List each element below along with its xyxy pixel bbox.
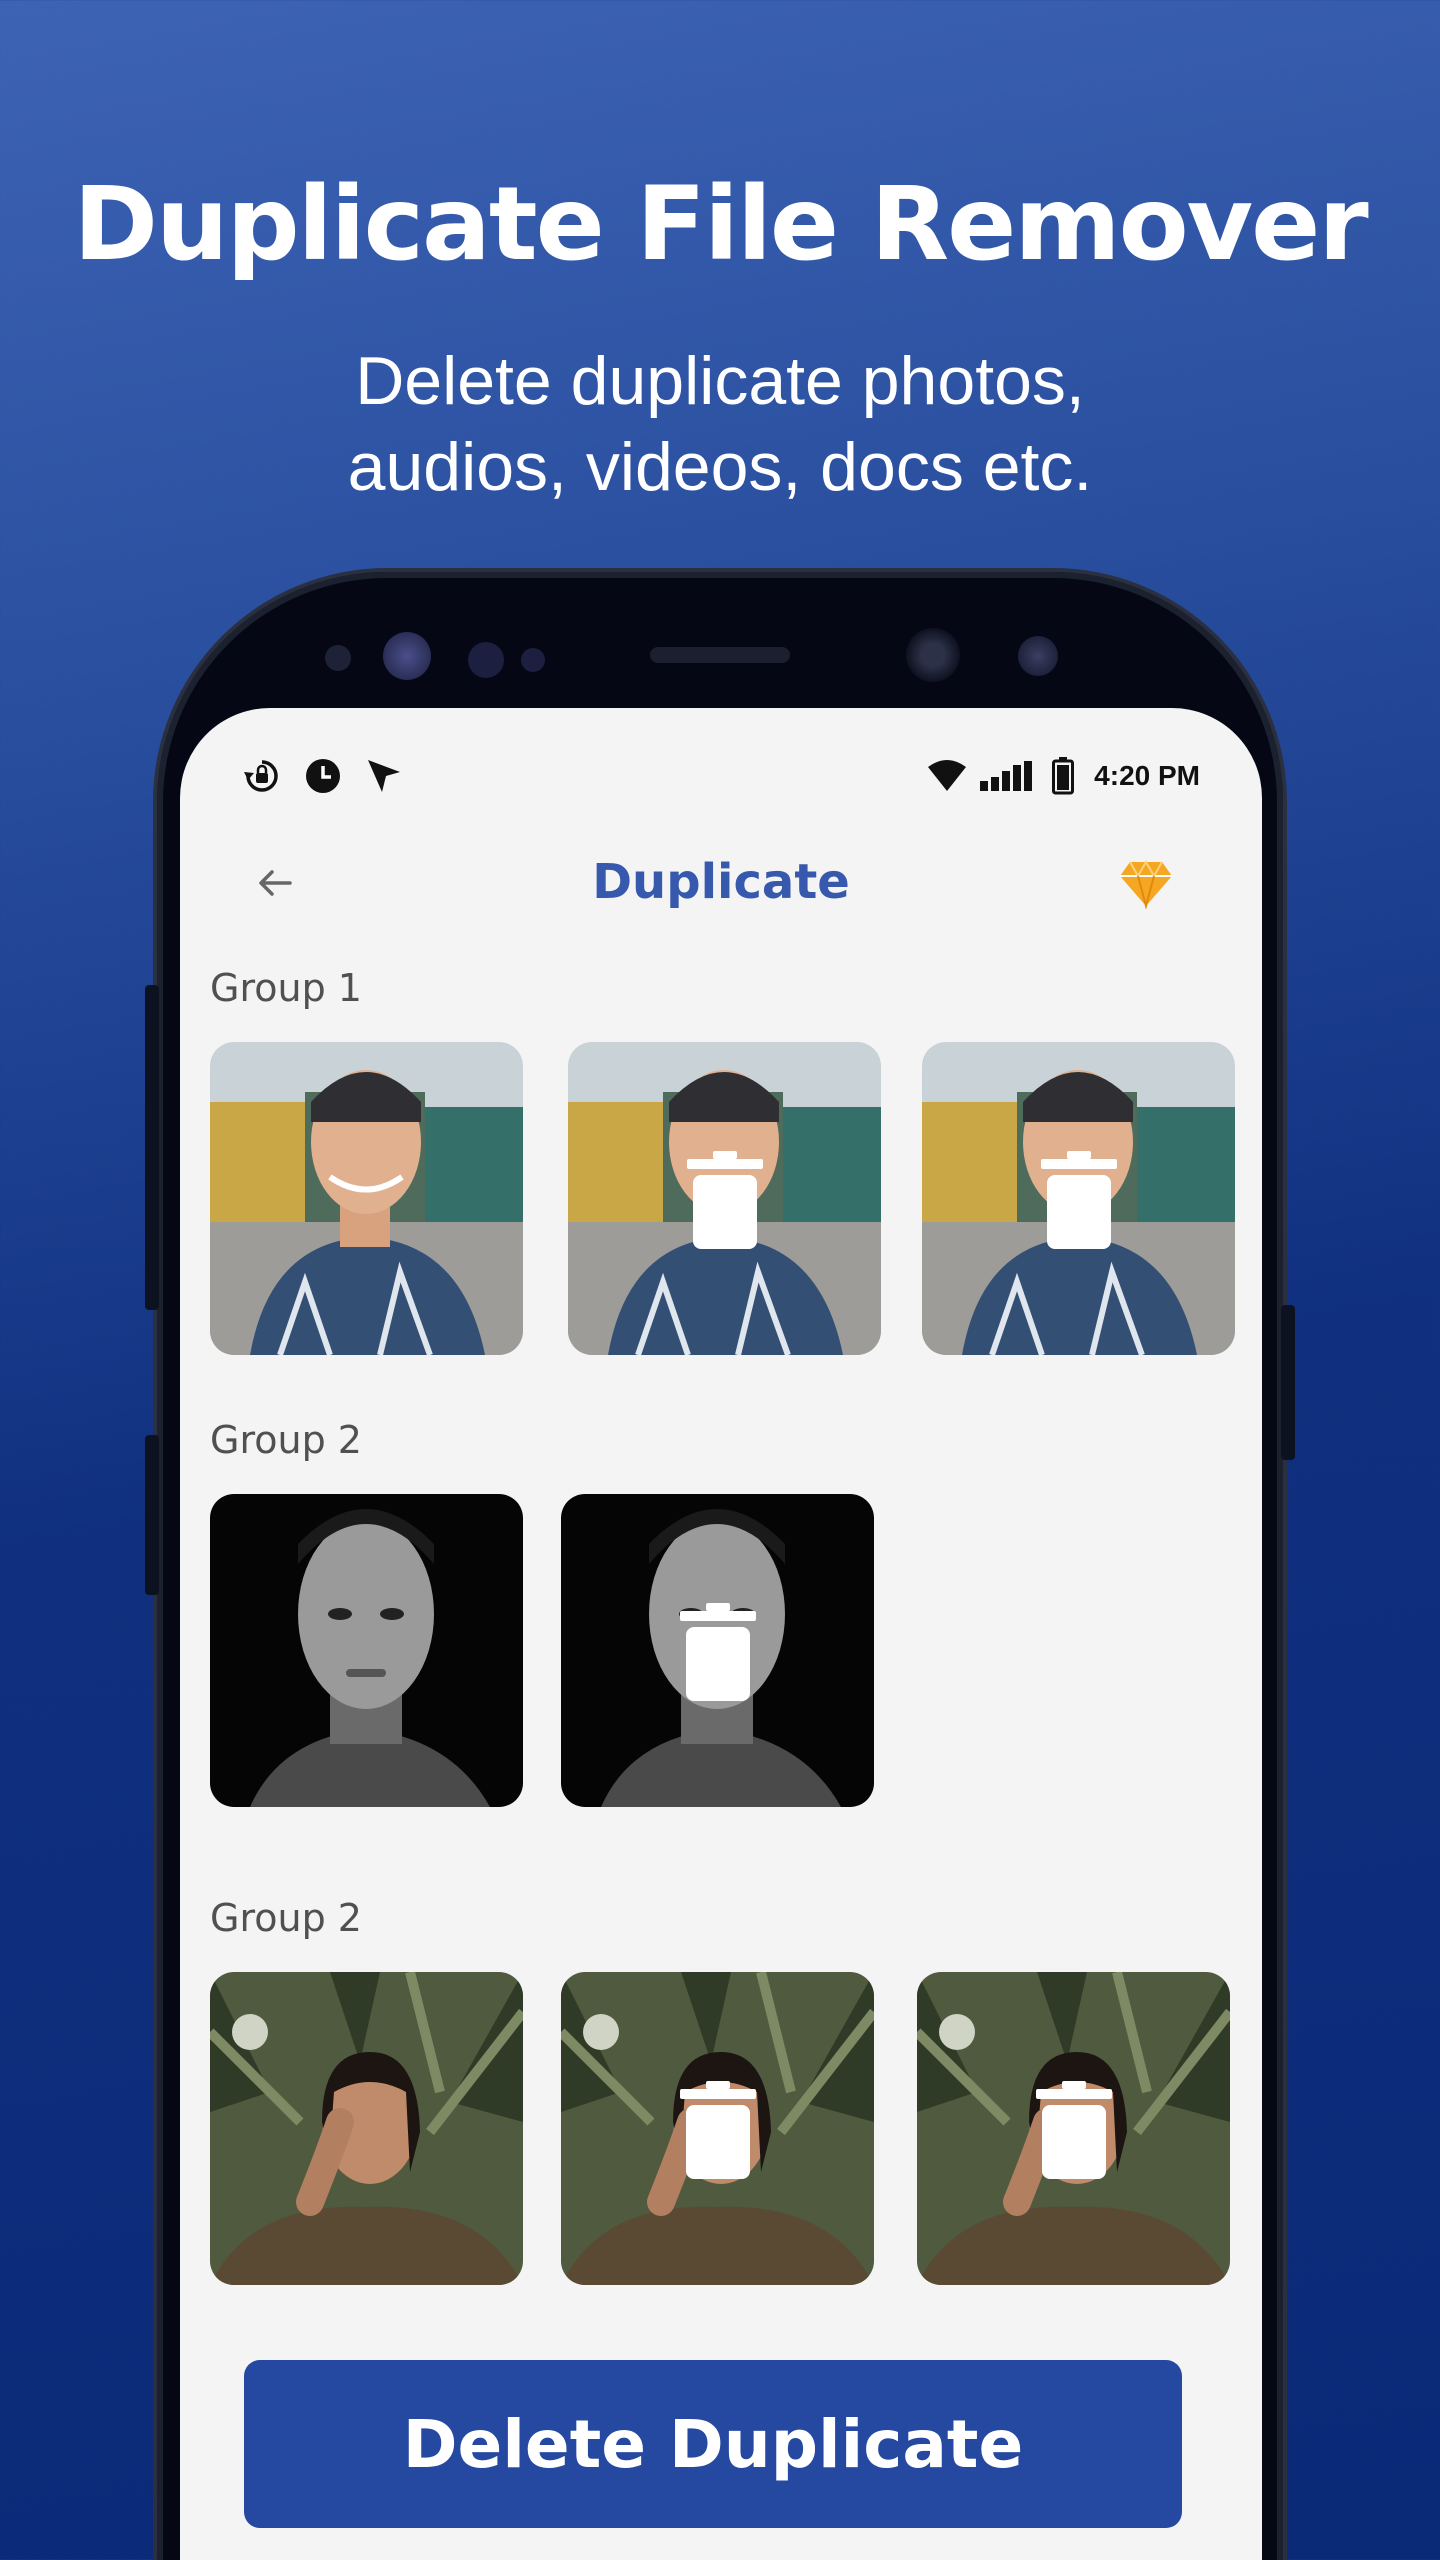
- group-label: Group 1: [210, 966, 362, 1010]
- promo-subtitle-line-1: Delete duplicate photos,: [355, 343, 1085, 419]
- phone-side-button: [1281, 1305, 1295, 1460]
- photo-thumbnail[interactable]: [568, 1042, 881, 1355]
- photo-thumbnail[interactable]: [922, 1042, 1235, 1355]
- trash-icon[interactable]: [1034, 2080, 1114, 2181]
- phone-sensor: [325, 645, 351, 671]
- diamond-icon: [1120, 859, 1172, 910]
- status-bar: 4:20 PM: [180, 748, 1262, 804]
- premium-button[interactable]: [1118, 854, 1174, 910]
- page-title: Duplicate: [592, 854, 850, 910]
- trash-icon[interactable]: [685, 1150, 765, 1251]
- phone-side-button: [145, 1435, 159, 1595]
- photo-man-cap: [210, 1042, 523, 1355]
- screen-rotation-icon: [244, 760, 278, 792]
- group-label: Group 2: [210, 1418, 362, 1462]
- promo-subtitle: Delete duplicate photos, audios, videos,…: [0, 338, 1440, 510]
- delete-duplicate-button[interactable]: Delete Duplicate: [244, 2360, 1182, 2528]
- phone-speaker: [650, 647, 790, 663]
- promo-title: Duplicate File Remover: [73, 165, 1368, 284]
- trash-icon[interactable]: [678, 1602, 758, 1703]
- photo-woman-palms: [210, 1972, 523, 2285]
- photo-thumbnail[interactable]: [917, 1972, 1230, 2285]
- battery-icon: [1052, 757, 1075, 795]
- trash-icon[interactable]: [678, 2080, 758, 2181]
- status-time: 4:20 PM: [1094, 760, 1200, 791]
- location-arrow-icon: [368, 760, 400, 792]
- phone-side-button: [145, 985, 159, 1310]
- clock-icon: [306, 759, 340, 793]
- phone-sensor: [1018, 636, 1058, 676]
- photo-thumbnail[interactable]: [210, 1042, 523, 1355]
- phone-camera: [906, 628, 960, 682]
- phone-sensor: [383, 632, 431, 680]
- app-bar: Duplicate: [180, 828, 1262, 938]
- signal-icon: [980, 761, 1033, 791]
- phone-sensor: [468, 642, 504, 678]
- app-screen: 4:20 PM Duplicate Group 1 Group 2 Group …: [180, 708, 1262, 2560]
- photo-thumbnail[interactable]: [561, 1972, 874, 2285]
- trash-icon[interactable]: [1039, 1150, 1119, 1251]
- wifi-icon: [928, 760, 967, 791]
- photo-thumbnail[interactable]: [561, 1494, 874, 1807]
- group-label: Group 2: [210, 1896, 362, 1940]
- photo-thumbnail[interactable]: [210, 1972, 523, 2285]
- promo-subtitle-line-2: audios, videos, docs etc.: [347, 429, 1093, 505]
- photo-bw-portrait: [210, 1494, 523, 1807]
- phone-sensor: [521, 648, 545, 672]
- photo-thumbnail[interactable]: [210, 1494, 523, 1807]
